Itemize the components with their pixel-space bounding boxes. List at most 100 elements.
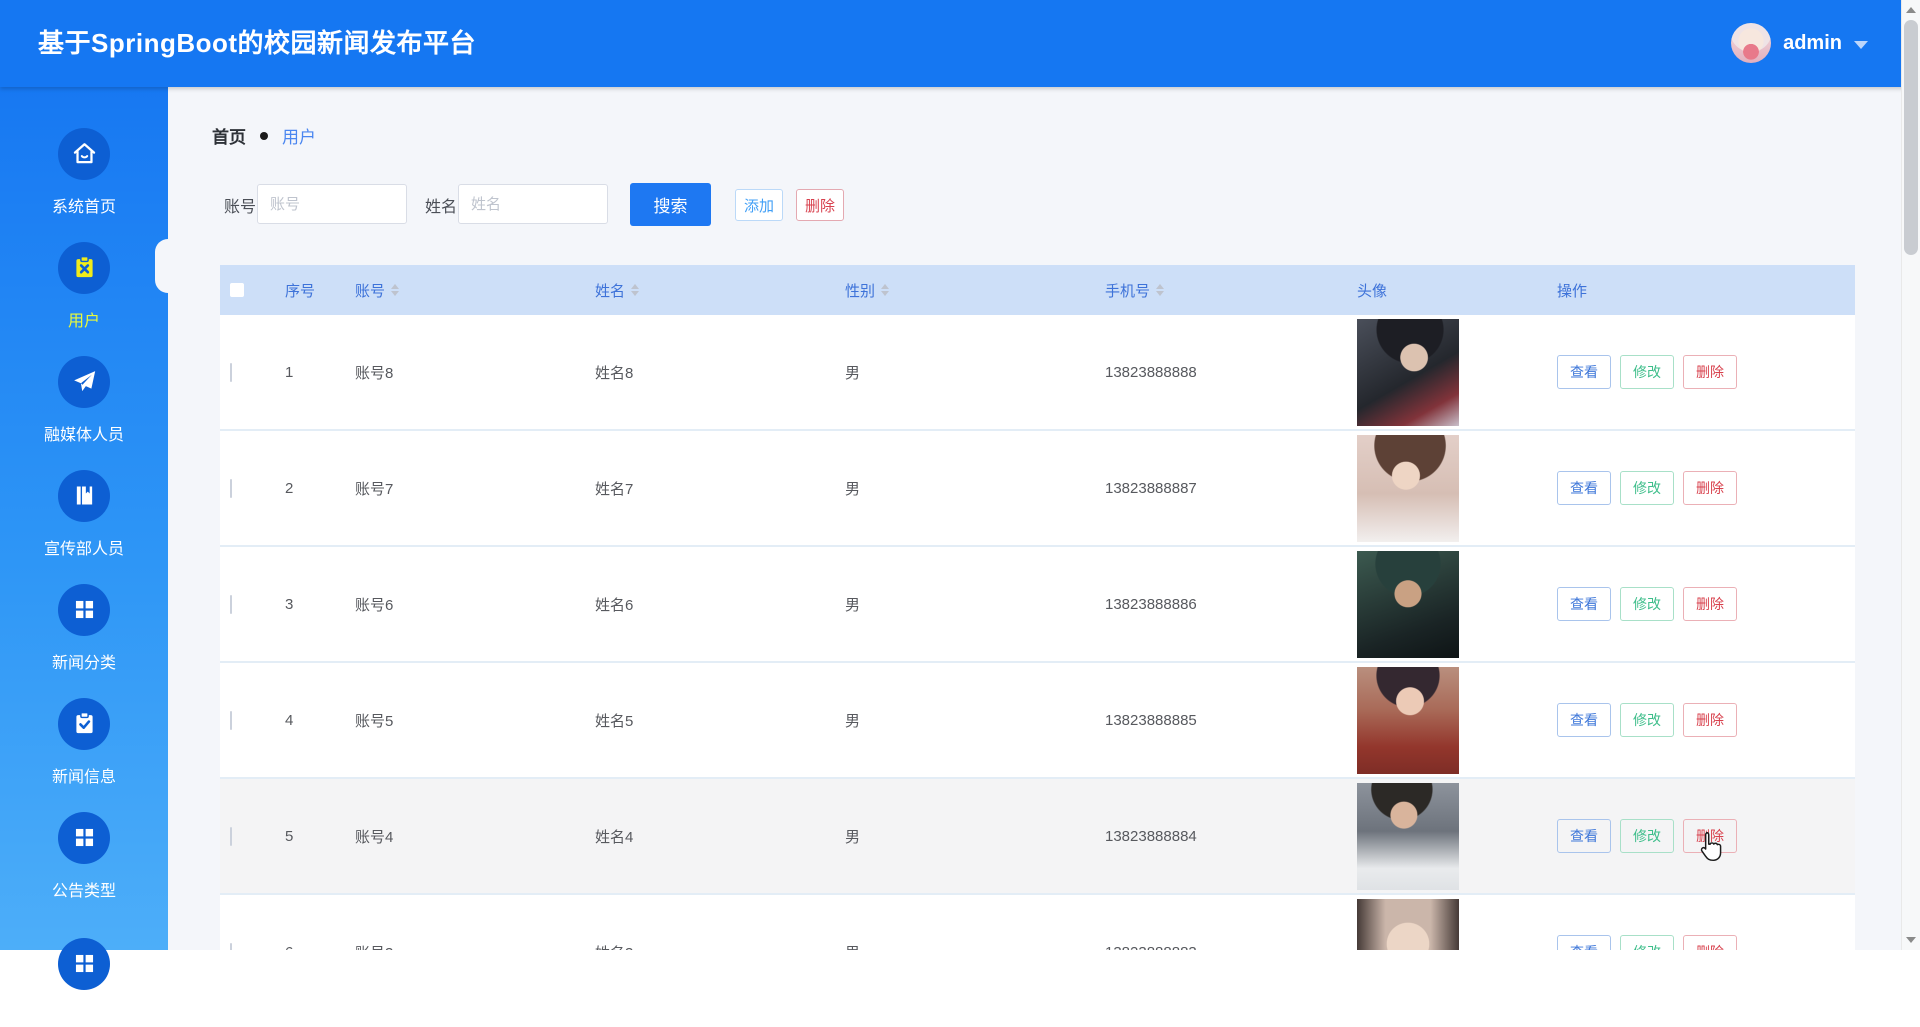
app-title: 基于SpringBoot的校园新闻发布平台	[38, 28, 477, 58]
select-all-checkbox[interactable]	[230, 283, 244, 297]
row-gender: 男	[845, 364, 861, 382]
sort-arrows-icon[interactable]	[881, 284, 890, 296]
sidebar-item-用户[interactable]: 用户	[0, 229, 168, 343]
sidebar-item-label: 公告类型	[51, 882, 116, 900]
row-name: 姓名7	[595, 480, 634, 498]
user-photo-female-face	[1357, 898, 1459, 950]
row-index: 3	[285, 595, 294, 613]
row-index: 2	[285, 479, 294, 497]
row-checkbox[interactable]	[230, 826, 232, 846]
grid-icon	[58, 811, 110, 864]
scrollbar-up-icon[interactable]	[1902, 1, 1920, 19]
row-name: 姓名4	[595, 828, 634, 846]
delete-row-button[interactable]: 删除	[1683, 935, 1737, 950]
breadcrumb: 首页 用户	[212, 123, 316, 148]
sidebar-item-融媒体人员[interactable]: 融媒体人员	[0, 343, 168, 457]
view-button[interactable]: 查看	[1557, 935, 1611, 950]
sidebar-item-label: 新闻信息	[51, 768, 116, 786]
row-actions: 查看修改删除	[1535, 935, 1855, 950]
user-photo-female-selfie	[1357, 318, 1459, 426]
view-button[interactable]: 查看	[1557, 471, 1611, 505]
row-phone: 13823888887	[1105, 479, 1197, 497]
column-header-account[interactable]: 账号	[330, 280, 570, 301]
name-input[interactable]	[458, 184, 608, 224]
delete-row-button[interactable]: 删除	[1683, 703, 1737, 737]
table-row: 6账号3姓名3男13823888883 查看修改删除	[220, 895, 1855, 950]
sidebar-item-宣传部人员[interactable]: 宣传部人员	[0, 457, 168, 571]
row-name: 姓名3	[570, 942, 820, 951]
sidebar-item-系统首页[interactable]: 系统首页	[0, 115, 168, 229]
column-header-gender[interactable]: 性别	[820, 280, 1080, 301]
clipboard-x-icon	[58, 241, 110, 294]
edit-button[interactable]: 修改	[1620, 819, 1674, 853]
row-account: 账号3	[330, 942, 570, 951]
row-checkbox[interactable]	[230, 478, 232, 498]
account-input[interactable]	[257, 184, 407, 224]
edit-button[interactable]: 修改	[1620, 935, 1674, 950]
search-button[interactable]: 搜索	[630, 183, 711, 226]
browser-scrollbar[interactable]	[1901, 0, 1920, 950]
sidebar-item-partial-7[interactable]	[0, 913, 168, 1027]
sort-arrows-icon[interactable]	[631, 284, 640, 296]
chevron-down-icon	[1854, 40, 1868, 49]
row-checkbox[interactable]	[230, 594, 232, 614]
breadcrumb-home[interactable]: 首页	[212, 123, 246, 148]
user-menu[interactable]: admin	[1731, 22, 1868, 64]
scrollbar-down-icon[interactable]	[1902, 931, 1920, 949]
row-name: 姓名8	[595, 364, 634, 382]
grid-icon	[58, 937, 110, 990]
user-table: 序号 账号 姓名 性别 手机号 头像 操作 1 账号8 姓名8 男 13823888888 查看 修改删…	[220, 265, 1855, 950]
sort-arrows-icon[interactable]	[1156, 284, 1165, 296]
row-phone: 13823888883	[1080, 944, 1340, 951]
edit-button[interactable]: 修改	[1620, 355, 1674, 389]
edit-button[interactable]: 修改	[1620, 703, 1674, 737]
scrollbar-thumb[interactable]	[1904, 20, 1918, 255]
column-header-actions: 操作	[1535, 280, 1855, 301]
delete-row-button[interactable]: 删除	[1683, 819, 1737, 853]
edit-button[interactable]: 修改	[1620, 471, 1674, 505]
sort-arrows-icon[interactable]	[391, 284, 400, 296]
top-navbar: 基于SpringBoot的校园新闻发布平台 admin	[0, 0, 1920, 87]
column-header-index: 序号	[260, 280, 330, 301]
user-photo-female-red-sweater	[1357, 666, 1459, 774]
bulk-delete-button[interactable]: 删除	[796, 189, 844, 221]
row-phone: 13823888888	[1105, 363, 1197, 381]
row-checkbox[interactable]	[230, 710, 232, 730]
paper-plane-icon	[58, 355, 110, 408]
row-actions: 查看修改删除	[1535, 703, 1855, 737]
table-row: 1 账号8 姓名8 男 13823888888 查看 修改 删除	[220, 315, 1855, 431]
sidebar-item-label: 系统首页	[51, 198, 116, 216]
delete-row-button[interactable]: 删除	[1683, 471, 1737, 505]
column-header-phone[interactable]: 手机号	[1080, 280, 1340, 301]
delete-row-button[interactable]: 删除	[1683, 587, 1737, 621]
view-button[interactable]: 查看	[1557, 819, 1611, 853]
row-phone: 13823888884	[1105, 827, 1197, 845]
add-button[interactable]: 添加	[735, 189, 783, 221]
column-header-name[interactable]: 姓名	[570, 280, 820, 301]
row-gender: 男	[845, 480, 861, 498]
sidebar-item-新闻分类[interactable]: 新闻分类	[0, 571, 168, 685]
delete-row-button[interactable]: 删除	[1683, 355, 1737, 389]
breadcrumb-dot-icon	[260, 131, 268, 140]
column-label: 性别	[845, 282, 876, 300]
column-label: 操作	[1557, 282, 1588, 300]
book-icon	[58, 469, 110, 522]
view-button[interactable]: 查看	[1557, 703, 1611, 737]
row-checkbox[interactable]	[230, 362, 232, 382]
sidebar-item-新闻信息[interactable]: 新闻信息	[0, 685, 168, 799]
table-header: 序号 账号 姓名 性别 手机号 头像 操作	[220, 265, 1855, 315]
row-actions: 查看修改删除	[1535, 587, 1855, 621]
grid-icon	[58, 583, 110, 636]
column-label: 姓名	[595, 282, 626, 300]
view-button[interactable]: 查看	[1557, 355, 1611, 389]
breadcrumb-current[interactable]: 用户	[282, 123, 316, 148]
row-checkbox[interactable]	[230, 942, 232, 950]
view-button[interactable]: 查看	[1557, 587, 1611, 621]
admin-avatar	[1731, 23, 1772, 63]
column-header-avatar: 头像	[1340, 280, 1535, 301]
row-account: 账号7	[355, 480, 394, 498]
column-label: 头像	[1357, 282, 1388, 300]
sidebar-item-公告类型[interactable]: 公告类型	[0, 799, 168, 913]
row-actions: 查看修改删除	[1535, 471, 1855, 505]
edit-button[interactable]: 修改	[1620, 587, 1674, 621]
